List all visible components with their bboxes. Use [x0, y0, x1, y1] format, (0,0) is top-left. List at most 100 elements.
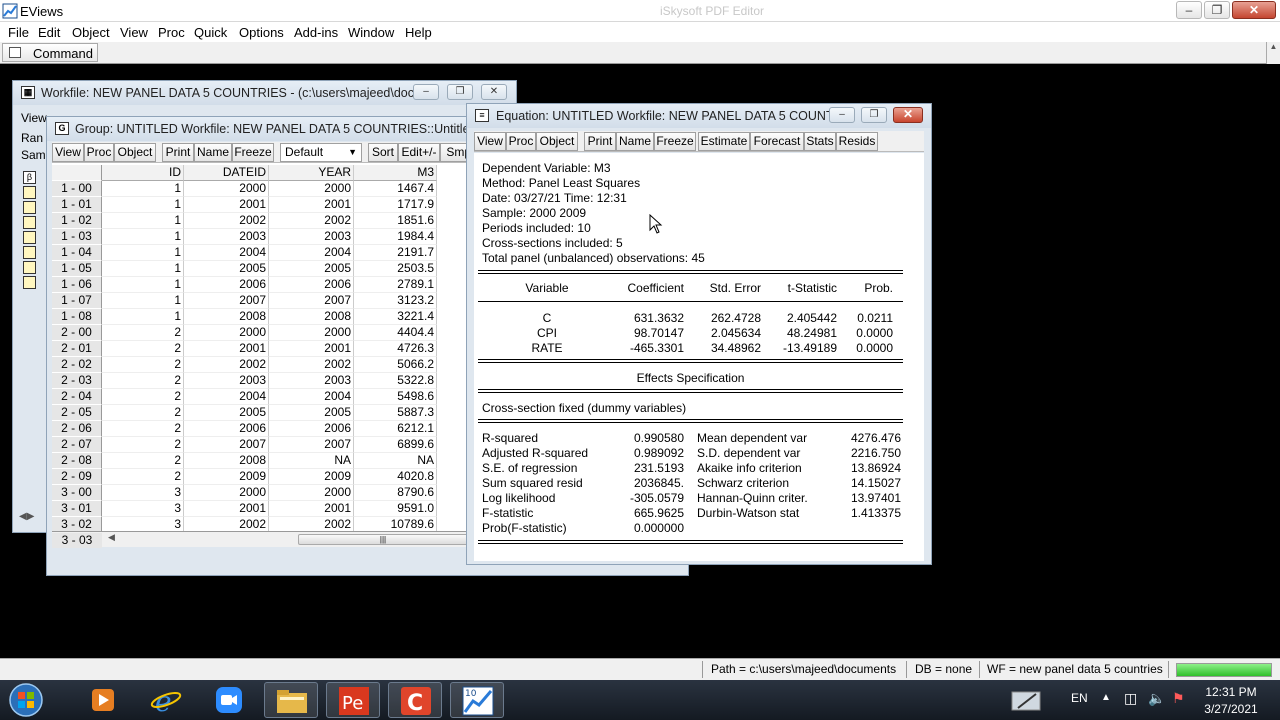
group-view-dropdown[interactable]: Default ▼ — [280, 143, 362, 162]
table-row[interactable]: 3 - 00 3 2000 2000 8790.6 — [52, 485, 472, 501]
data-cell[interactable]: 3123.2 — [354, 293, 437, 309]
data-cell[interactable]: 1984.4 — [354, 229, 437, 245]
action-center-icon[interactable]: ⚑ — [1172, 690, 1185, 707]
table-row[interactable]: 2 - 01 2 2001 2001 4726.3 — [52, 341, 472, 357]
column-header[interactable]: DATEID — [184, 165, 269, 181]
media-player-taskbar-icon[interactable] — [76, 682, 130, 718]
data-cell[interactable]: 9591.0 — [354, 501, 437, 517]
table-row[interactable]: 2 - 06 2 2006 2006 6212.1 — [52, 421, 472, 437]
data-cell[interactable]: NA — [354, 453, 437, 469]
workfile-restore-button[interactable]: ❐ — [447, 84, 473, 100]
data-cell[interactable]: 2001 — [184, 197, 269, 213]
corner-cell[interactable] — [52, 165, 102, 181]
app-restore-button[interactable]: ❐ — [1204, 1, 1230, 19]
data-cell[interactable]: 3 — [102, 485, 184, 501]
data-cell[interactable]: 1 — [102, 181, 184, 197]
pen-tool-icon[interactable] — [1010, 688, 1044, 712]
group-spreadsheet[interactable]: ID DATEID YEAR M3 1 - 00 1 2000 2000 1467.4 1 - 0… — [52, 163, 472, 540]
data-cell[interactable]: 2000 — [269, 181, 354, 197]
data-cell[interactable]: 2 — [102, 437, 184, 453]
data-cell[interactable]: 2000 — [184, 485, 269, 501]
equation-name-button[interactable]: Name — [616, 132, 654, 151]
series-object-icon[interactable] — [23, 186, 36, 199]
table-row[interactable]: 3 - 01 3 2001 2001 9591.0 — [52, 501, 472, 517]
group-print-button[interactable]: Print — [162, 143, 194, 162]
data-cell[interactable]: 2003 — [269, 229, 354, 245]
data-cell[interactable]: 2004 — [269, 389, 354, 405]
data-cell[interactable]: 2191.7 — [354, 245, 437, 261]
data-cell[interactable]: 5887.3 — [354, 405, 437, 421]
workfile-scroll-arrows[interactable]: ◀▶ — [19, 511, 34, 522]
data-cell[interactable]: 8790.6 — [354, 485, 437, 501]
tray-expand-icon[interactable]: ▲ — [1101, 692, 1111, 703]
workfile-title-bar[interactable]: ▦ Workfile: NEW PANEL DATA 5 COUNTRIES -… — [13, 81, 516, 105]
screen-recorder-taskbar-icon[interactable]: C — [388, 682, 442, 718]
group-proc-button[interactable]: Proc — [84, 143, 114, 162]
table-row[interactable]: 2 - 05 2 2005 2005 5887.3 — [52, 405, 472, 421]
data-cell[interactable]: 2003 — [269, 373, 354, 389]
table-row[interactable]: 2 - 07 2 2007 2007 6899.6 — [52, 437, 472, 453]
table-row[interactable]: 2 - 00 2 2000 2000 4404.4 — [52, 325, 472, 341]
data-cell[interactable]: 3 — [102, 501, 184, 517]
data-cell[interactable]: 2503.5 — [354, 261, 437, 277]
data-cell[interactable]: 2007 — [269, 293, 354, 309]
group-object-button[interactable]: Object — [114, 143, 156, 162]
data-cell[interactable]: 1 — [102, 245, 184, 261]
equation-view-button[interactable]: View — [474, 132, 506, 151]
row-label[interactable]: 2 - 09 — [52, 469, 102, 485]
menu-view[interactable]: View — [120, 25, 148, 40]
group-name-button[interactable]: Name — [194, 143, 232, 162]
menu-proc[interactable]: Proc — [158, 25, 185, 40]
table-row[interactable]: 2 - 02 2 2002 2002 5066.2 — [52, 357, 472, 373]
series-object-icon[interactable] — [23, 246, 36, 259]
data-cell[interactable]: 1717.9 — [354, 197, 437, 213]
volume-icon[interactable]: 🔈 — [1148, 690, 1165, 707]
equation-title-bar[interactable]: ≡ Equation: UNTITLED Workfile: NEW PANEL… — [467, 104, 931, 128]
group-edit-button[interactable]: Edit+/- — [398, 143, 440, 162]
table-row[interactable]: 1 - 07 1 2007 2007 3123.2 — [52, 293, 472, 309]
data-cell[interactable]: 2006 — [184, 421, 269, 437]
pdf-editor-taskbar-icon[interactable]: Pe — [326, 682, 380, 718]
row-label[interactable]: 2 - 07 — [52, 437, 102, 453]
equation-window[interactable]: ≡ Equation: UNTITLED Workfile: NEW PANEL… — [466, 103, 932, 565]
data-cell[interactable]: 6212.1 — [354, 421, 437, 437]
data-cell[interactable]: 5498.6 — [354, 389, 437, 405]
row-label[interactable]: 2 - 03 — [52, 373, 102, 389]
menu-edit[interactable]: Edit — [38, 25, 60, 40]
row-label[interactable]: 2 - 06 — [52, 421, 102, 437]
row-label[interactable]: 1 - 00 — [52, 181, 102, 197]
coef-object-icon[interactable]: β — [23, 171, 36, 184]
workfile-minimize-button[interactable]: – — [413, 84, 439, 100]
row-label[interactable]: 2 - 00 — [52, 325, 102, 341]
file-explorer-taskbar-icon[interactable] — [264, 682, 318, 718]
menu-window[interactable]: Window — [348, 25, 394, 40]
data-cell[interactable]: 2008 — [269, 309, 354, 325]
data-cell[interactable]: 2001 — [269, 501, 354, 517]
data-cell[interactable]: 2001 — [184, 341, 269, 357]
row-label[interactable]: 3 - 01 — [52, 501, 102, 517]
data-cell[interactable]: 2001 — [269, 341, 354, 357]
data-cell[interactable]: 2004 — [184, 389, 269, 405]
data-cell[interactable]: 4404.4 — [354, 325, 437, 341]
data-cell[interactable]: 2005 — [269, 261, 354, 277]
table-row[interactable]: 1 - 05 1 2005 2005 2503.5 — [52, 261, 472, 277]
network-icon[interactable]: ◫ — [1124, 690, 1137, 707]
equation-close-button[interactable]: ✕ — [893, 107, 923, 123]
table-row[interactable]: 1 - 03 1 2003 2003 1984.4 — [52, 229, 472, 245]
menu-help[interactable]: Help — [405, 25, 432, 40]
data-cell[interactable]: 1851.6 — [354, 213, 437, 229]
row-label[interactable]: 1 - 05 — [52, 261, 102, 277]
data-cell[interactable]: 2001 — [184, 501, 269, 517]
data-cell[interactable]: 4726.3 — [354, 341, 437, 357]
data-cell[interactable]: 2 — [102, 469, 184, 485]
data-cell[interactable]: 1 — [102, 277, 184, 293]
data-cell[interactable]: 2002 — [184, 213, 269, 229]
data-cell[interactable]: 2004 — [269, 245, 354, 261]
data-cell[interactable]: 2007 — [184, 437, 269, 453]
table-row[interactable]: 1 - 02 1 2002 2002 1851.6 — [52, 213, 472, 229]
start-button-icon[interactable] — [6, 682, 46, 718]
data-cell[interactable]: 1467.4 — [354, 181, 437, 197]
equation-freeze-button[interactable]: Freeze — [654, 132, 696, 151]
data-cell[interactable]: 2008 — [184, 309, 269, 325]
equation-print-button[interactable]: Print — [584, 132, 616, 151]
